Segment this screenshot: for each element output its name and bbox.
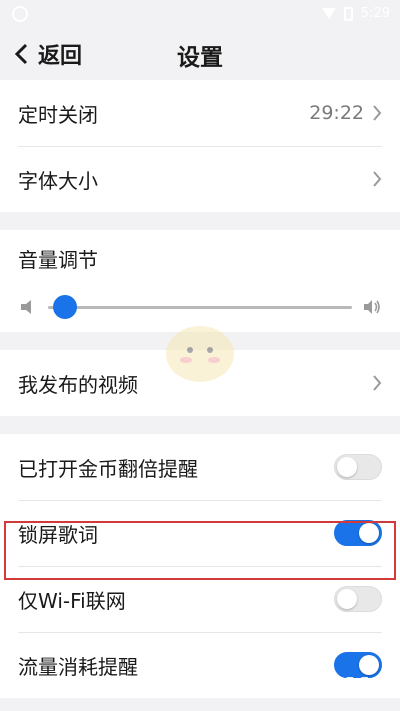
status-right: 5:29 bbox=[321, 6, 390, 21]
lock-lyrics-label: 锁屏歌词 bbox=[18, 522, 98, 547]
wifi-only-label: 仅Wi-Fi联网 bbox=[18, 588, 126, 613]
toggle-knob bbox=[359, 655, 379, 675]
font-size-label: 字体大小 bbox=[18, 168, 98, 193]
sleep-timer-row[interactable]: 定时关闭 29:22 bbox=[0, 80, 400, 146]
sleep-timer-value: 29:22 bbox=[309, 102, 364, 124]
settings-group-1: 定时关闭 29:22 字体大小 bbox=[0, 80, 400, 212]
lock-lyrics-row: 锁屏歌词 bbox=[0, 500, 400, 566]
font-size-row[interactable]: 字体大小 bbox=[0, 146, 400, 212]
coin-double-row: 已打开金币翻倍提醒 bbox=[0, 434, 400, 500]
toggle-knob bbox=[337, 457, 357, 477]
volume-thumb[interactable] bbox=[53, 294, 78, 319]
volume-label: 音量调节 bbox=[18, 248, 98, 272]
mascot-watermark-icon bbox=[166, 326, 234, 382]
page-title: 设置 bbox=[177, 45, 223, 71]
chevron-right-icon bbox=[373, 105, 382, 121]
toggle-knob bbox=[359, 523, 379, 543]
settings-group-4: 已打开金币翻倍提醒 锁屏歌词 仅Wi-Fi联网 流量消耗提醒 bbox=[0, 434, 400, 698]
app-status-icon bbox=[12, 6, 28, 22]
watermark-text: 3DMGAME bbox=[232, 673, 390, 703]
volume-up-icon bbox=[364, 300, 380, 314]
volume-track[interactable] bbox=[48, 294, 352, 319]
coin-double-label: 已打开金币翻倍提醒 bbox=[18, 456, 198, 481]
lock-lyrics-toggle[interactable] bbox=[334, 520, 382, 546]
section-gap bbox=[0, 416, 400, 434]
wifi-icon bbox=[321, 8, 336, 19]
coin-double-toggle[interactable] bbox=[334, 454, 382, 480]
wifi-only-row: 仅Wi-Fi联网 bbox=[0, 566, 400, 632]
section-gap bbox=[0, 212, 400, 230]
volume-mute-icon bbox=[21, 300, 31, 314]
sleep-timer-label: 定时关闭 bbox=[18, 102, 98, 127]
top-nav: 返回 设置 bbox=[0, 30, 400, 80]
toggle-knob bbox=[337, 589, 357, 609]
status-time: 5:29 bbox=[360, 6, 390, 21]
status-bar: 5:29 bbox=[0, 0, 400, 30]
chevron-right-icon bbox=[373, 171, 382, 187]
battery-icon bbox=[343, 6, 353, 21]
wifi-only-toggle[interactable] bbox=[334, 586, 382, 612]
chevron-right-icon bbox=[373, 375, 382, 391]
